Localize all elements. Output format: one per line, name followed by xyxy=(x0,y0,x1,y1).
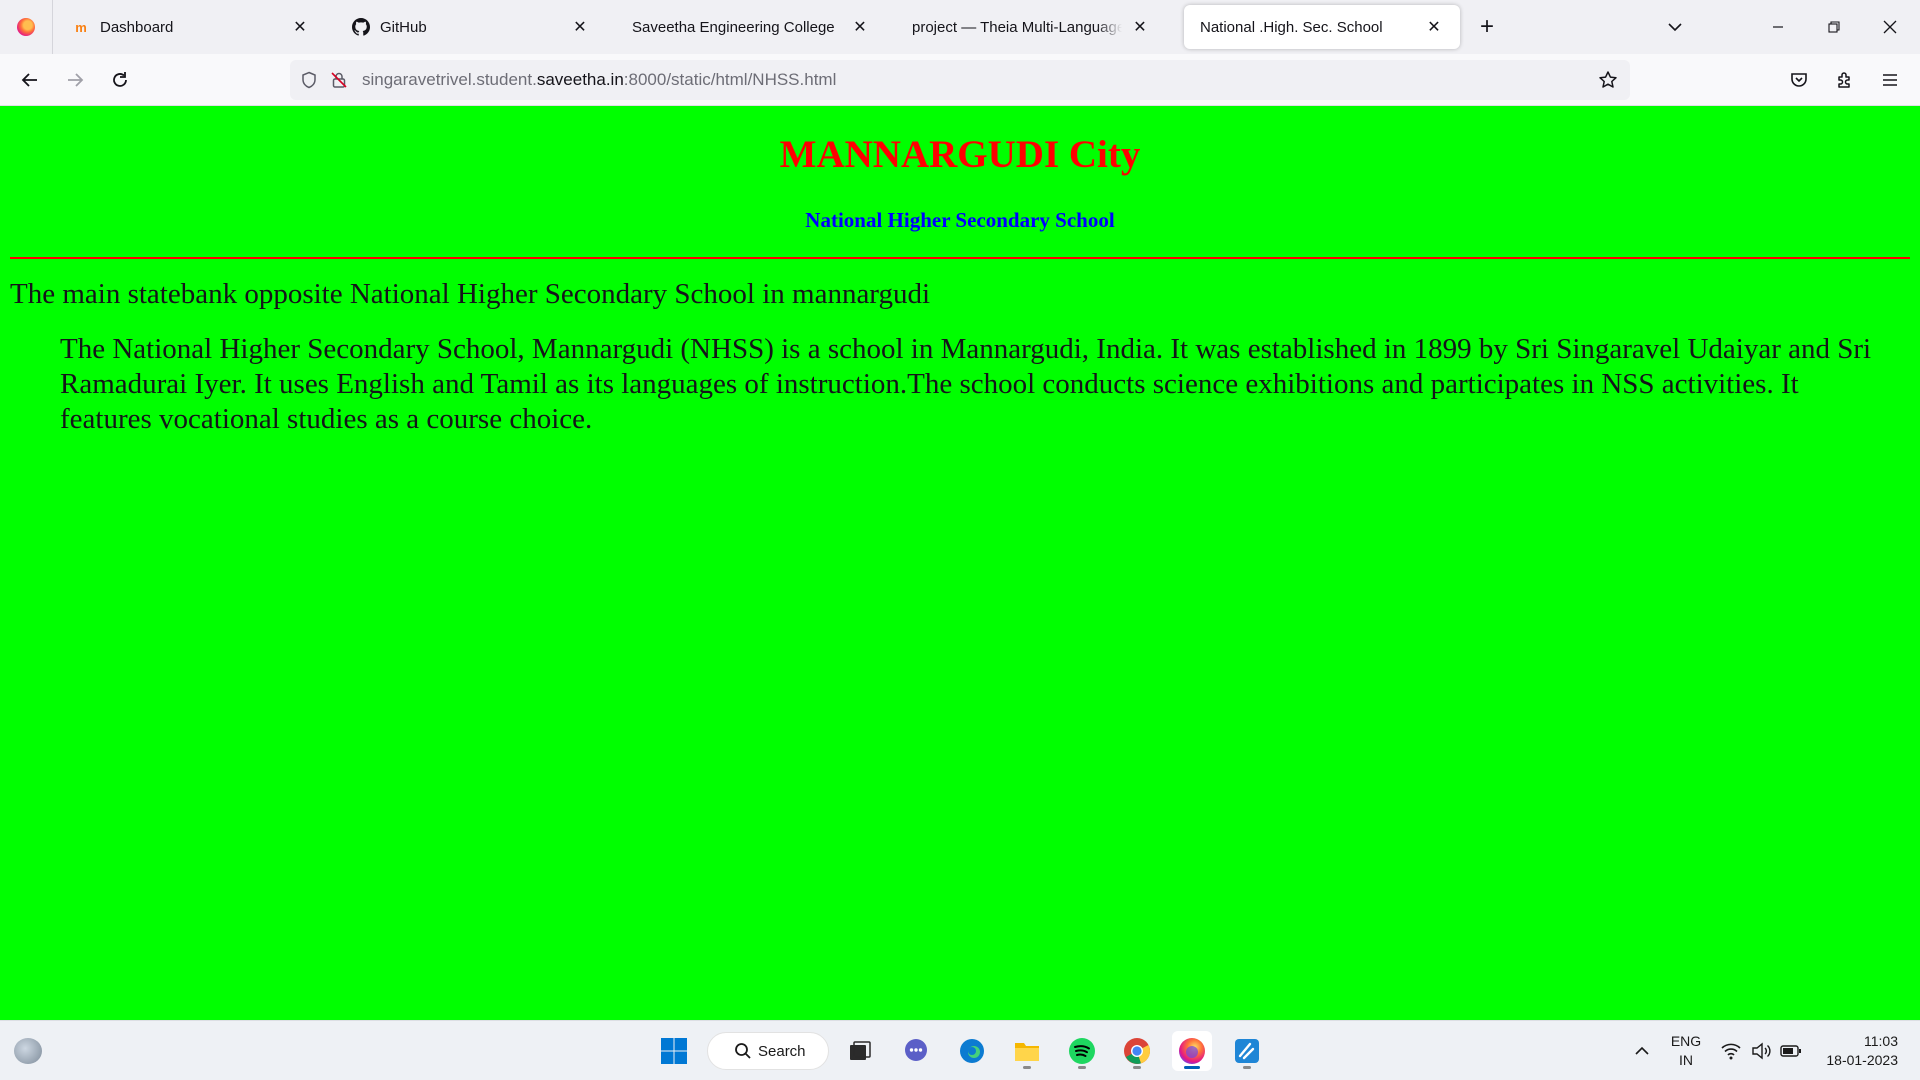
hamburger-menu-icon xyxy=(1883,74,1897,86)
tab-strip: m Dashboard ✕ GitHub ✕ Saveetha Engineer… xyxy=(0,0,1920,54)
wifi-icon[interactable] xyxy=(1718,1021,1744,1080)
back-arrow-icon xyxy=(21,73,37,87)
close-icon xyxy=(1883,20,1897,34)
restore-button[interactable] xyxy=(1806,0,1862,54)
chrome-button[interactable] xyxy=(1117,1031,1157,1071)
search-icon xyxy=(735,1043,751,1059)
close-icon[interactable]: ✕ xyxy=(848,15,872,39)
shield-icon[interactable] xyxy=(294,60,324,100)
url-text[interactable]: singaravetrivel.student.saveetha.in:8000… xyxy=(362,70,836,90)
url-path: :8000/static/html/NHSS.html xyxy=(623,70,837,89)
running-indicator xyxy=(1243,1066,1251,1069)
minimize-button[interactable] xyxy=(1750,0,1806,54)
star-icon xyxy=(1599,71,1617,88)
running-indicator xyxy=(1133,1066,1141,1069)
tab-label: GitHub xyxy=(380,18,427,36)
folder-icon xyxy=(1015,1043,1039,1061)
taskbar: Search ENG IN 11:03 18-01-2023 xyxy=(0,1020,1920,1080)
tab-saveetha[interactable]: Saveetha Engineering College ✕ xyxy=(616,5,886,49)
taskbar-clock[interactable]: 11:03 18-01-2023 xyxy=(1816,1032,1898,1070)
puzzle-icon xyxy=(1838,72,1850,88)
url-host: saveetha.in xyxy=(536,70,624,89)
pocket-button[interactable] xyxy=(1781,62,1817,98)
address-bar[interactable]: singaravetrivel.student.saveetha.in:8000… xyxy=(290,60,1630,100)
back-button[interactable] xyxy=(12,62,48,98)
page-title: MANNARGUDI City xyxy=(779,133,1141,176)
weather-widget-icon[interactable] xyxy=(14,1038,42,1064)
tab-dashboard[interactable]: m Dashboard ✕ xyxy=(56,5,326,49)
moodle-icon: m xyxy=(75,19,87,35)
bookmark-star-button[interactable] xyxy=(1594,66,1622,94)
firefox-icon xyxy=(1179,1038,1205,1064)
code-editor-icon xyxy=(1235,1039,1259,1063)
firefox-icon xyxy=(17,18,35,36)
close-icon[interactable]: ✕ xyxy=(1422,15,1446,39)
running-indicator xyxy=(1078,1066,1086,1069)
description-blockquote: The National Higher Secondary School, Ma… xyxy=(60,333,1872,435)
taskbar-search[interactable]: Search xyxy=(707,1032,829,1070)
reload-icon xyxy=(113,72,127,87)
show-hidden-icons-button[interactable] xyxy=(1626,1021,1658,1080)
close-icon[interactable]: ✕ xyxy=(288,15,312,39)
chat-icon xyxy=(905,1039,927,1061)
windows-logo-icon xyxy=(661,1038,687,1064)
edge-button[interactable] xyxy=(952,1031,992,1071)
tab-label: Saveetha Engineering College xyxy=(632,18,835,36)
running-indicator xyxy=(1023,1066,1031,1069)
tab-label: National .High. Sec. School xyxy=(1200,18,1383,36)
close-icon[interactable]: ✕ xyxy=(568,15,592,39)
spotify-button[interactable] xyxy=(1062,1031,1102,1071)
navigation-toolbar: singaravetrivel.student.saveetha.in:8000… xyxy=(0,54,1920,106)
file-explorer-button[interactable] xyxy=(1007,1031,1047,1071)
firefox-taskbar-button[interactable] xyxy=(1172,1031,1212,1071)
restore-icon xyxy=(1828,21,1840,33)
app-menu-button[interactable] xyxy=(1872,62,1908,98)
close-icon[interactable]: ✕ xyxy=(1128,15,1152,39)
reload-button[interactable] xyxy=(102,62,138,98)
lead-paragraph: The main statebank opposite National Hig… xyxy=(10,278,930,310)
tab-label: Dashboard xyxy=(100,18,174,36)
web-page-content: MANNARGUDI City National Higher Secondar… xyxy=(0,106,1920,1020)
active-indicator xyxy=(1184,1066,1200,1069)
spotify-icon xyxy=(1069,1038,1095,1064)
page-subtitle: National Higher Secondary School xyxy=(805,208,1115,232)
vscode-button[interactable] xyxy=(1227,1031,1267,1071)
horizontal-rule xyxy=(10,257,1910,259)
tab-theia-project[interactable]: project — Theia Multi-Language Ex ✕ xyxy=(896,5,1166,49)
input-language-indicator[interactable]: ENG IN xyxy=(1666,1032,1706,1070)
battery-icon[interactable] xyxy=(1778,1021,1804,1080)
list-all-tabs-button[interactable] xyxy=(1660,12,1690,42)
forward-button[interactable] xyxy=(57,62,93,98)
tab-label: project — Theia Multi-Language Ex xyxy=(912,18,1122,36)
extensions-button[interactable] xyxy=(1827,62,1863,98)
edge-icon xyxy=(960,1039,984,1063)
chevron-down-icon xyxy=(1668,23,1682,32)
firefox-menu-button[interactable] xyxy=(0,0,53,54)
search-label: Search xyxy=(758,1042,806,1060)
tab-nhss[interactable]: National .High. Sec. School ✕ xyxy=(1184,5,1460,49)
forward-arrow-icon xyxy=(68,73,84,87)
task-view-button[interactable] xyxy=(840,1031,880,1071)
minimize-icon xyxy=(1773,26,1783,28)
region-code: IN xyxy=(1679,1052,1693,1068)
volume-icon[interactable] xyxy=(1748,1021,1774,1080)
chevron-up-icon xyxy=(1635,1046,1649,1055)
new-tab-button[interactable]: + xyxy=(1472,12,1502,42)
clock-time: 11:03 xyxy=(1864,1033,1898,1049)
close-window-button[interactable] xyxy=(1862,0,1918,54)
tab-github[interactable]: GitHub ✕ xyxy=(336,5,606,49)
url-prefix: singaravetrivel.student. xyxy=(362,70,537,89)
teams-chat-button[interactable] xyxy=(896,1031,936,1071)
insecure-lock-icon[interactable] xyxy=(324,60,354,100)
chrome-icon xyxy=(1124,1038,1150,1064)
github-icon xyxy=(352,18,370,36)
start-button[interactable] xyxy=(654,1031,694,1071)
pocket-icon xyxy=(1791,73,1807,87)
language-code: ENG xyxy=(1670,1033,1702,1049)
clock-date: 18-01-2023 xyxy=(1826,1052,1898,1068)
task-view-icon xyxy=(850,1041,871,1060)
